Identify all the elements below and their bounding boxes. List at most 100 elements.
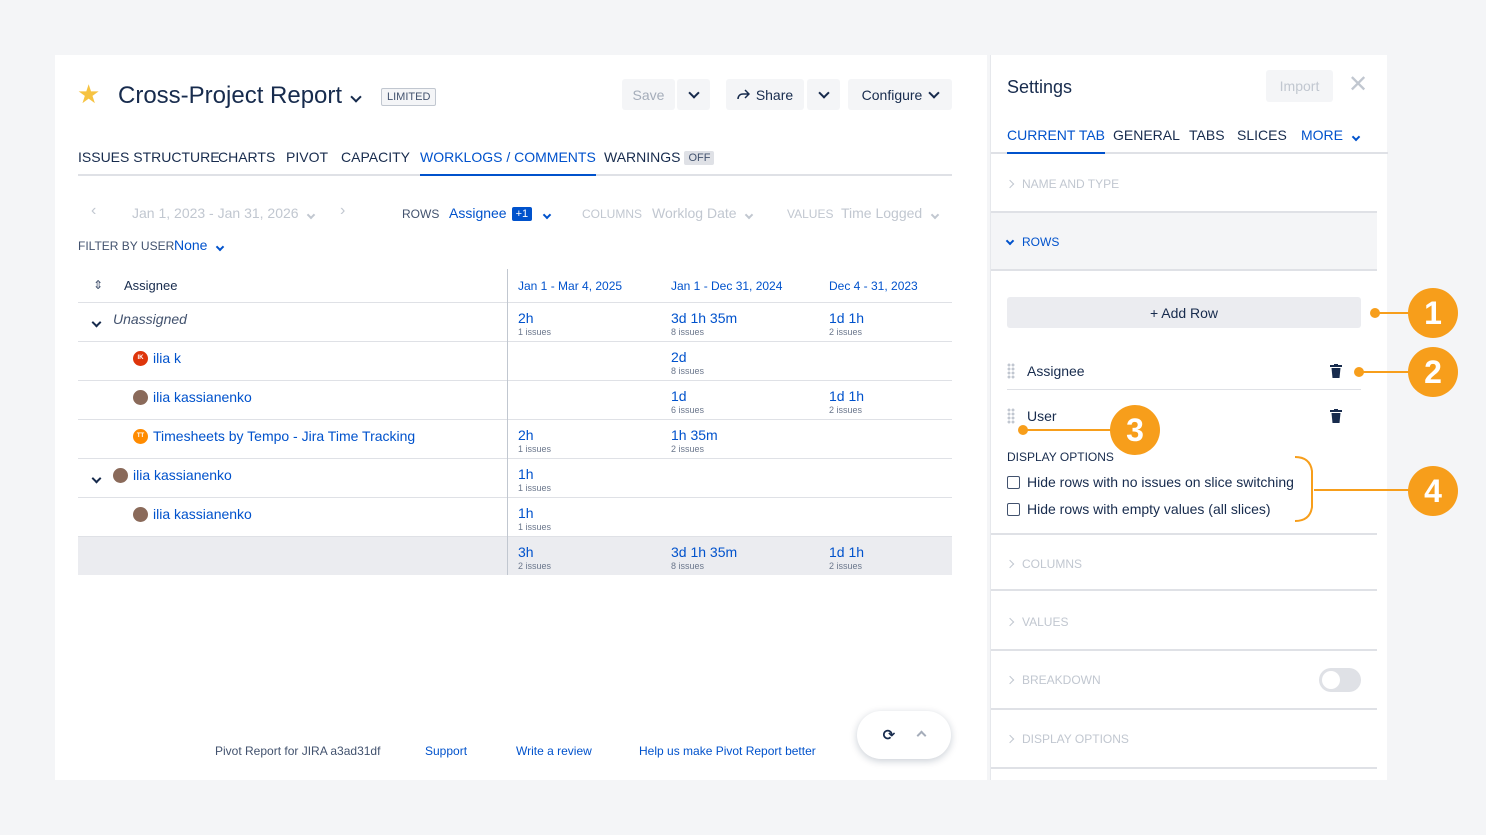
tab-more-label: MORE (1301, 127, 1343, 143)
hide-no-issues-checkbox[interactable]: Hide rows with no issues on slice switch… (1007, 474, 1294, 490)
chevron-right-icon (1005, 179, 1015, 189)
cell-value[interactable]: 1h 35m 2 issues (671, 427, 718, 455)
share-button[interactable]: Share (726, 79, 804, 110)
sort-icon[interactable]: ⇕ (93, 278, 103, 292)
write-review-link[interactable]: Write a review (516, 744, 592, 758)
floating-toolbar: ⟳ (857, 711, 951, 759)
section-values[interactable]: VALUES (991, 593, 1377, 651)
tab-worklogs-comments[interactable]: WORKLOGS / COMMENTS (420, 149, 596, 176)
tab-current-tab[interactable]: CURRENT TAB (1007, 127, 1106, 154)
row-user-link[interactable]: ilia kassianenko (133, 506, 252, 522)
breakdown-toggle[interactable] (1319, 668, 1361, 692)
total-value[interactable]: 3d 1h 35m 8 issues (671, 544, 737, 572)
cell-value[interactable]: 2h 1 issues (518, 427, 551, 455)
refresh-icon[interactable]: ⟳ (883, 726, 896, 744)
trash-icon[interactable] (1330, 363, 1342, 378)
prev-arrow-icon[interactable]: ‹ (91, 202, 96, 220)
row-user-link[interactable]: IK ilia k (133, 350, 181, 366)
configure-button[interactable]: Configure (848, 79, 952, 110)
tab-more[interactable]: MORE (1301, 127, 1361, 154)
close-icon[interactable]: ✕ (1348, 73, 1368, 97)
row-user-link[interactable]: ilia kassianenko (133, 389, 252, 405)
avatar: TT (133, 428, 148, 444)
section-label: BREAKDOWN (1022, 673, 1101, 687)
cell-value[interactable]: 2h 1 issues (518, 310, 551, 338)
add-row-button[interactable]: + Add Row (1007, 297, 1361, 328)
cell-value[interactable]: 1h 1 issues (518, 505, 551, 533)
filter-user-select[interactable]: None (174, 237, 225, 253)
import-button[interactable]: Import (1266, 70, 1333, 102)
share-label: Share (755, 86, 794, 103)
callout-bracket (1294, 456, 1410, 522)
section-display-options[interactable]: DISPLAY OPTIONS (991, 710, 1377, 769)
section-name-and-type[interactable]: NAME AND TYPE (991, 155, 1377, 213)
section-header: COLUMNS (1005, 557, 1083, 571)
chevron-right-icon (1005, 675, 1015, 685)
chevron-up-icon[interactable] (916, 726, 927, 744)
section-header: NAME AND TYPE (1005, 177, 1119, 191)
total-value[interactable]: 1d 1h 2 issues (829, 544, 864, 572)
cell-value[interactable]: 2d 8 issues (671, 349, 704, 377)
column-header[interactable]: Jan 1 - Dec 31, 2024 (671, 279, 782, 293)
row-item-assignee[interactable]: Assignee (1007, 352, 1361, 390)
table-row: ilia kassianenko 1h 1 issues (78, 459, 952, 498)
cell-value[interactable]: 1d 1h 2 issues (829, 388, 864, 416)
settings-tabs: CURRENT TAB GENERAL TABS SLICES MORE (991, 127, 1388, 154)
tab-issues-structure[interactable]: ISSUES STRUCTURE (78, 149, 220, 176)
tab-tabs[interactable]: TABS (1189, 127, 1225, 154)
help-improve-link[interactable]: Help us make Pivot Report better (639, 744, 816, 758)
cell-value[interactable]: 1d 1h 2 issues (829, 310, 864, 338)
trash-icon[interactable] (1330, 409, 1342, 423)
tab-pivot[interactable]: PIVOT (286, 149, 328, 176)
chevron-right-icon (1005, 734, 1015, 744)
support-link[interactable]: Support (425, 744, 467, 758)
table-row: Unassigned 2h 1 issues 3d 1h 35m 8 issues … (78, 303, 952, 342)
checkbox[interactable] (1007, 502, 1020, 516)
cell-value[interactable]: 3d 1h 35m 8 issues (671, 310, 737, 338)
cell-value[interactable]: 1h 1 issues (518, 466, 551, 494)
section-label: VALUES (1022, 615, 1069, 629)
date-range-select[interactable]: Jan 1, 2023 - Jan 31, 2026 (132, 205, 316, 221)
version-text: Pivot Report for JIRA a3ad31df (215, 744, 381, 758)
callout-line (1023, 429, 1111, 431)
assignee-header[interactable]: Assignee (124, 278, 177, 293)
next-arrow-icon[interactable]: › (340, 202, 345, 220)
tab-charts[interactable]: CHARTS (218, 149, 275, 176)
title-chevron-down-icon[interactable] (350, 85, 362, 106)
row-name: ilia k (153, 350, 182, 366)
row-user-link[interactable]: TT Timesheets by Tempo - Jira Time Tracki… (133, 428, 415, 444)
total-value[interactable]: 3h 2 issues (518, 544, 551, 572)
callout-line (1375, 312, 1410, 314)
save-button[interactable]: Save (622, 79, 675, 110)
hide-empty-values-checkbox[interactable]: Hide rows with empty values (all slices) (1007, 501, 1271, 517)
drag-handle-icon[interactable] (1007, 408, 1015, 424)
section-columns[interactable]: COLUMNS (991, 533, 1377, 591)
collapse-chevron-icon[interactable] (91, 313, 102, 331)
section-label: COLUMNS (1022, 557, 1083, 571)
rows-extra-badge: +1 (511, 207, 533, 221)
column-header[interactable]: Jan 1 - Mar 4, 2025 (518, 279, 622, 293)
chevron-right-icon (1005, 559, 1015, 569)
section-rows[interactable]: ROWS (991, 213, 1377, 271)
star-icon[interactable]: ★ (77, 81, 100, 107)
save-dropdown-button[interactable] (677, 79, 710, 110)
row-user-link[interactable]: ilia kassianenko (113, 467, 232, 483)
tab-general[interactable]: GENERAL (1113, 127, 1180, 154)
rows-select[interactable]: Assignee +1 (449, 205, 552, 221)
column-header[interactable]: Dec 4 - 31, 2023 (829, 279, 918, 293)
columns-select[interactable]: Worklog Date (652, 205, 754, 221)
cell-value[interactable]: 1d 6 issues (671, 388, 704, 416)
row-name: Unassigned (113, 311, 187, 327)
row-name: Timesheets by Tempo - Jira Time Tracking (153, 428, 416, 444)
tab-slices[interactable]: SLICES (1237, 127, 1287, 154)
chevron-down-icon (542, 210, 552, 220)
tab-capacity[interactable]: CAPACITY (341, 149, 410, 176)
values-select[interactable]: Time Logged (841, 205, 940, 221)
checkbox[interactable] (1007, 475, 1020, 489)
avatar (113, 467, 128, 483)
collapse-chevron-icon[interactable] (91, 469, 102, 487)
drag-handle-icon[interactable] (1007, 362, 1015, 379)
share-dropdown-button[interactable] (807, 79, 840, 110)
tab-warnings[interactable]: WARNINGS OFF (604, 149, 715, 176)
callout-badge-1: 1 (1408, 288, 1458, 338)
